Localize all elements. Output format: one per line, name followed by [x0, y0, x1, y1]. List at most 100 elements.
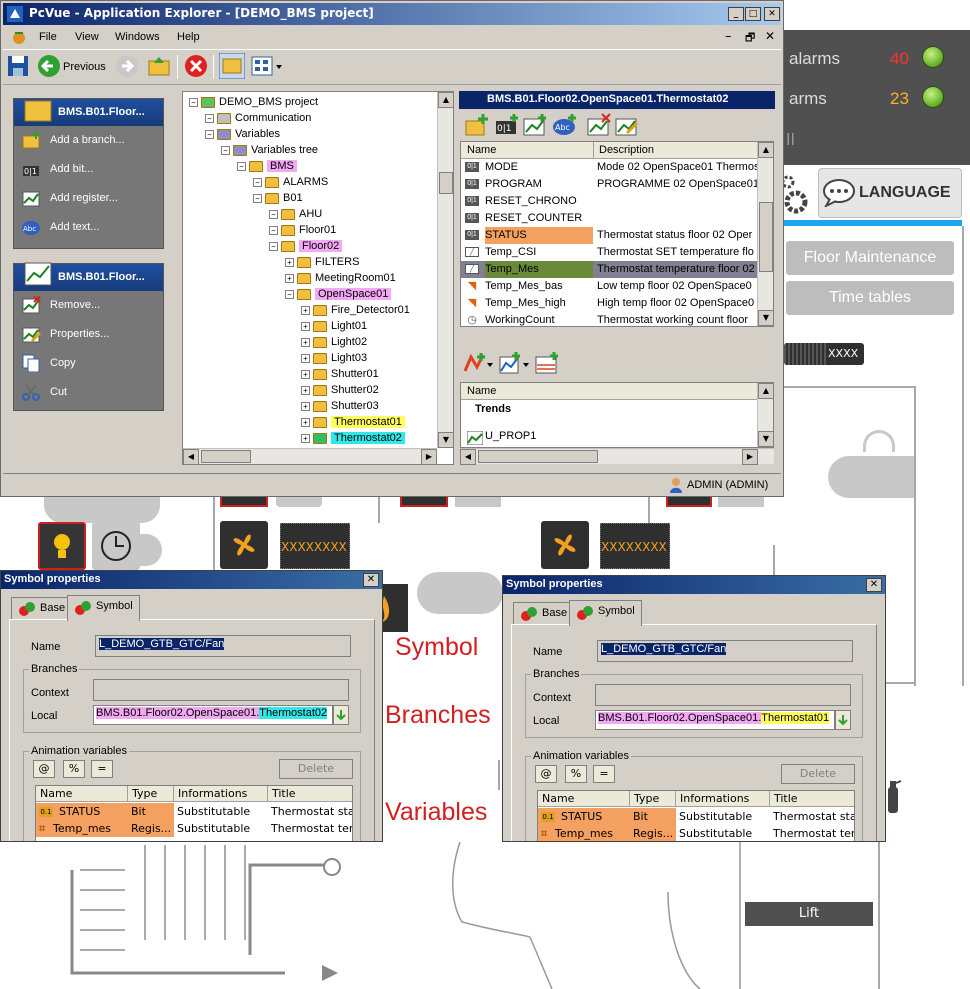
- remove-variable-icon[interactable]: [587, 113, 611, 137]
- add-text-icon[interactable]: Abc: [553, 113, 577, 137]
- add-branch-item[interactable]: Add a branch...: [14, 126, 163, 155]
- tree-item[interactable]: − Variables: [205, 126, 280, 142]
- tree-item[interactable]: − BMS: [237, 158, 297, 174]
- at-button[interactable]: @: [33, 760, 55, 778]
- table-row[interactable]: ⌗ Temp_mes Regis... Substitutable Thermos…: [538, 825, 854, 841]
- tab-symbol[interactable]: Symbol: [569, 600, 642, 626]
- maximize-button[interactable]: □: [745, 7, 761, 21]
- variable-row[interactable]: 0|1 RESET_CHRONO: [461, 193, 757, 210]
- view-mode-dropdown-icon[interactable]: [251, 55, 283, 77]
- variable-row[interactable]: ◥ Temp_Mes_high High temp floor 02 OpenSpa…: [461, 295, 757, 312]
- close-button[interactable]: ✕: [764, 7, 780, 21]
- variable-row[interactable]: 0|1 MODE Mode 02 OpenSpace01 Thermost: [461, 159, 757, 176]
- variables-horizontal-scrollbar[interactable]: ◀ ▶: [460, 448, 774, 465]
- tab-symbol[interactable]: Symbol: [67, 595, 140, 621]
- variable-row[interactable]: ◷ WorkingCount Thermostat working count fl…: [461, 312, 757, 326]
- expand-toggle-icon[interactable]: −: [205, 129, 214, 139]
- dialog-close-button[interactable]: ✕: [363, 573, 379, 587]
- variable-row[interactable]: 0|1 STATUS Thermostat status floor 02 Oper: [461, 227, 757, 244]
- tree-item[interactable]: + Light03: [301, 350, 367, 366]
- col-title[interactable]: Title: [770, 791, 854, 807]
- mdi-restore-button[interactable]: 🗗: [745, 29, 755, 48]
- expand-toggle-icon[interactable]: −: [221, 145, 230, 155]
- expand-toggle-icon[interactable]: +: [301, 353, 310, 363]
- tree-item[interactable]: + Shutter01: [301, 366, 379, 382]
- table-row[interactable]: 0.1 STATUS Bit Substitutable Thermostat s…: [538, 808, 854, 825]
- minimize-button[interactable]: _: [728, 7, 744, 21]
- context-field[interactable]: [93, 679, 349, 701]
- expand-toggle-icon[interactable]: +: [301, 337, 310, 347]
- mdi-minimize-button[interactable]: –: [725, 29, 732, 44]
- delete-button[interactable]: Delete: [781, 764, 855, 784]
- add-register-icon[interactable]: [523, 113, 547, 137]
- variable-row[interactable]: 0|1 RESET_COUNTER: [461, 210, 757, 227]
- gear-icon[interactable]: [782, 172, 814, 216]
- add-register-item[interactable]: Add register...: [14, 184, 163, 213]
- col-name-header[interactable]: Name: [467, 144, 496, 156]
- cut-item[interactable]: Cut: [14, 378, 163, 407]
- previous-label[interactable]: Previous: [63, 61, 106, 73]
- tree-item[interactable]: + Light01: [301, 318, 367, 334]
- col-type[interactable]: Type: [128, 786, 174, 802]
- menu-help[interactable]: Help: [177, 31, 200, 43]
- clock-tile[interactable]: [92, 522, 140, 570]
- light-bulb-tile[interactable]: [38, 522, 86, 570]
- tree-item[interactable]: − DEMO_BMS project: [189, 94, 318, 110]
- add-trend-chart-icon[interactable]: [499, 351, 529, 375]
- col-informations[interactable]: Informations: [676, 791, 770, 807]
- equals-button[interactable]: =: [91, 760, 113, 778]
- copy-item[interactable]: Copy: [14, 349, 163, 378]
- equals-button[interactable]: =: [593, 765, 615, 783]
- properties-item[interactable]: Properties...: [14, 320, 163, 349]
- symbol-name-field[interactable]: L_DEMO_GTB_GTC/Fan: [597, 640, 853, 662]
- tree-item[interactable]: − Floor01: [269, 222, 336, 238]
- menu-windows[interactable]: Windows: [115, 31, 160, 43]
- tree-item[interactable]: − B01: [253, 190, 303, 206]
- expand-toggle-icon[interactable]: −: [269, 241, 278, 251]
- expand-toggle-icon[interactable]: +: [301, 417, 310, 427]
- table-row[interactable]: 0.1 STATUS Bit Substitutable Thermostat s…: [36, 803, 352, 820]
- expand-toggle-icon[interactable]: −: [189, 97, 198, 107]
- expand-toggle-icon[interactable]: −: [285, 289, 294, 299]
- at-button[interactable]: @: [535, 765, 557, 783]
- folders-icon[interactable]: [219, 53, 245, 79]
- variable-row[interactable]: 0|1 PROGRAM PROGRAMME 02 OpenSpace01: [461, 176, 757, 193]
- variable-properties-icon[interactable]: [615, 113, 639, 137]
- expand-toggle-icon[interactable]: −: [253, 193, 262, 203]
- fan-tile-2[interactable]: [541, 521, 589, 569]
- mdi-close-button[interactable]: ✕: [765, 29, 775, 43]
- col-type[interactable]: Type: [630, 791, 676, 807]
- expand-toggle-icon[interactable]: +: [285, 273, 294, 283]
- dialog-close-button[interactable]: ✕: [866, 578, 882, 592]
- add-text-item[interactable]: Abc Add text...: [14, 213, 163, 242]
- expand-toggle-icon[interactable]: +: [301, 369, 310, 379]
- tree-item[interactable]: + Thermostat02: [301, 430, 405, 446]
- tree-item[interactable]: + MeetingRoom01: [285, 270, 396, 286]
- tree-item[interactable]: − Floor02: [269, 238, 343, 254]
- remove-item[interactable]: Remove...: [14, 291, 163, 320]
- expand-toggle-icon[interactable]: +: [301, 321, 310, 331]
- branch-picker-button[interactable]: [333, 705, 349, 725]
- expand-toggle-icon[interactable]: −: [269, 209, 278, 219]
- time-tables-button[interactable]: Time tables: [786, 281, 954, 315]
- symbol-name-field[interactable]: L_DEMO_GTB_GTC/Fan: [95, 635, 351, 657]
- expand-toggle-icon[interactable]: +: [301, 401, 310, 411]
- local-branch-field[interactable]: BMS.B01.Floor02.OpenSpace01.Thermostat02: [93, 705, 333, 725]
- tab-base[interactable]: Base: [513, 602, 575, 624]
- expand-toggle-icon[interactable]: +: [301, 305, 310, 315]
- menu-view[interactable]: View: [75, 31, 99, 43]
- branch-picker-button[interactable]: [835, 710, 851, 730]
- tree-item[interactable]: − ALARMS: [253, 174, 328, 190]
- expand-toggle-icon[interactable]: −: [269, 225, 278, 235]
- table-row[interactable]: ⌗ Temp_mes Regis... Substitutable Thermos…: [36, 820, 352, 837]
- delete-button[interactable]: Delete: [279, 759, 353, 779]
- tree-item[interactable]: + Shutter03: [301, 398, 379, 414]
- trend-item[interactable]: U_PROP1: [465, 429, 665, 446]
- expand-toggle-icon[interactable]: +: [301, 385, 310, 395]
- tree-item[interactable]: − OpenSpace01: [285, 286, 392, 302]
- add-trend-table-icon[interactable]: [535, 351, 561, 375]
- expand-toggle-icon[interactable]: −: [205, 113, 214, 123]
- back-arrow-icon[interactable]: [37, 54, 61, 78]
- percent-button[interactable]: %: [63, 760, 85, 778]
- variable-row[interactable]: ╱ Temp_CSI Thermostat SET temperature flo: [461, 244, 757, 261]
